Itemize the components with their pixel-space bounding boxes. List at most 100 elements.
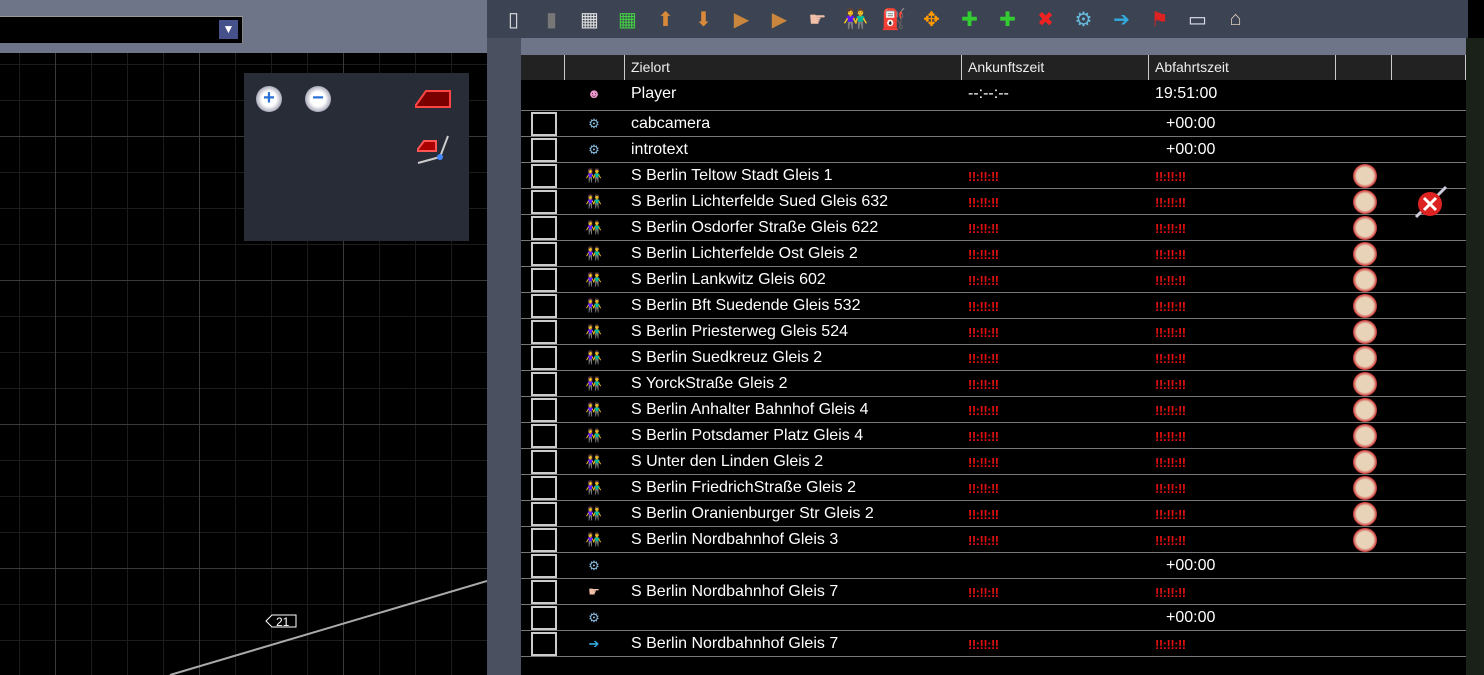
table-row[interactable]: 👫 S Berlin FriedrichStraße Gleis 2!!:!!:!… [521,475,1466,501]
table-row[interactable]: ⚙ +00:00 [521,605,1466,631]
passengers-icon[interactable]: 👫 [841,5,870,34]
station-icon[interactable]: ⌂ [1221,5,1250,34]
map-dropdown[interactable]: ▼ [0,16,243,43]
passengers-icon: 👫 [585,272,603,287]
ticket-machine-icon[interactable]: ▭ [1183,5,1212,34]
flag-icon[interactable]: ⚑ [1145,5,1174,34]
zoom-in-icon[interactable]: + [256,86,282,112]
row-checkbox[interactable] [531,502,557,526]
table-row[interactable]: 👫 S Berlin Teltow Stadt Gleis 1!!:!!:!!!!… [521,163,1466,189]
platform-icon[interactable] [414,87,454,111]
alarm-clock-icon[interactable] [1353,268,1377,292]
table-row[interactable]: 👫 S Berlin Suedkreuz Gleis 2!!:!!:!!!!:!!… [521,345,1466,371]
table-row[interactable]: 👫 S Berlin Nordbahnhof Gleis 3!!:!!:!!!!:… [521,527,1466,553]
exit-icon[interactable]: ➔ [1107,5,1136,34]
table-row[interactable]: ☻ Player --:--:-- 19:51:00 [521,81,1466,111]
table-row[interactable]: 👫 S Berlin Potsdamer Platz Gleis 4!!:!!:!… [521,423,1466,449]
header-checkbox-col [521,55,565,80]
alarm-clock-icon[interactable] [1353,398,1377,422]
row-checkbox[interactable] [531,320,557,344]
table-row[interactable]: 👫 S Berlin Osdorfer Straße Gleis 622!!:!!… [521,215,1466,241]
row-abfahrtszeit: !!:!!:!! [1155,481,1186,496]
row-checkbox[interactable] [531,554,557,578]
grid-green-icon[interactable]: ▦ [613,5,642,34]
alarm-clock-icon[interactable] [1353,372,1377,396]
alarm-clock-icon[interactable] [1353,424,1377,448]
alarm-clock-icon[interactable] [1353,528,1377,552]
row-ankunftszeit: !!:!!:!! [968,273,999,288]
header-abfahrtszeit[interactable]: Abfahrtszeit [1149,55,1336,80]
row-checkbox[interactable] [531,606,557,630]
row-checkbox[interactable] [531,580,557,604]
track-marker-label[interactable]: 21 [276,615,289,629]
panel-divider[interactable] [487,0,521,675]
zoom-out-icon[interactable]: − [305,86,331,112]
trash-icon[interactable]: ▮ [537,5,566,34]
row-checkbox[interactable] [531,164,557,188]
table-row[interactable]: ☛ S Berlin Nordbahnhof Gleis 7!!:!!:!!!!:… [521,579,1466,605]
alarm-clock-icon[interactable] [1353,346,1377,370]
fuel-station-icon[interactable]: ⛽ [879,5,908,34]
row-checkbox[interactable] [531,632,557,656]
pointer-hand-icon[interactable]: ☛ [803,5,832,34]
row-checkbox[interactable] [531,190,557,214]
table-row[interactable]: 👫 S Berlin Priesterweg Gleis 524!!:!!:!!!… [521,319,1466,345]
row-zielort: S Berlin Oranienburger Str Gleis 2 [631,505,874,522]
table-row[interactable]: 👫 S Berlin Anhalter Bahnhof Gleis 4!!:!!:… [521,397,1466,423]
row-ankunftszeit: !!:!!:!! [968,533,999,548]
move-up-icon[interactable]: ⬆ [651,5,680,34]
row-checkbox[interactable] [531,450,557,474]
alarm-clock-icon[interactable] [1353,216,1377,240]
table-row[interactable]: 👫 S Berlin Lichterfelde Sued Gleis 632!!:… [521,189,1466,215]
script-icon: ⚙ [588,558,600,573]
header-zielort[interactable]: Zielort [625,55,962,80]
grid-icon[interactable]: ▦ [575,5,604,34]
insert-after-icon[interactable]: ▶ [765,5,794,34]
alarm-clock-icon[interactable] [1353,502,1377,526]
move-down-icon[interactable]: ⬇ [689,5,718,34]
alarm-clock-icon[interactable] [1353,164,1377,188]
alarm-clock-icon[interactable] [1353,190,1377,214]
table-row[interactable]: 👫 S Unter den Linden Gleis 2!!:!!:!!!!:!!… [521,449,1466,475]
platform-track-icon[interactable] [414,133,454,165]
table-row[interactable]: 👫 S Berlin Oranienburger Str Gleis 2!!:!!… [521,501,1466,527]
insert-before-icon[interactable]: ▶ [727,5,756,34]
table-row[interactable]: ➔ S Berlin Nordbahnhof Gleis 7!!:!!:!!!!:… [521,631,1466,657]
delete-instruction-icon[interactable]: ✖ [1031,5,1060,34]
row-checkbox[interactable] [531,528,557,552]
map-view[interactable]: ▼ 21 + − [0,0,487,675]
row-checkbox[interactable] [531,268,557,292]
table-row[interactable]: 👫 S Berlin Lankwitz Gleis 602!!:!!:!!!!:!… [521,267,1466,293]
add-green-icon[interactable]: ✚ [993,5,1022,34]
row-checkbox[interactable] [531,294,557,318]
header-ankunftszeit[interactable]: Ankunftszeit [962,55,1149,80]
script-settings-icon[interactable]: ⚙ [1069,5,1098,34]
chevron-down-icon[interactable]: ▼ [219,20,238,39]
row-checkbox[interactable] [531,242,557,266]
table-row[interactable]: ⚙ introtext +00:00 [521,137,1466,163]
row-ankunftszeit: !!:!!:!! [968,247,999,262]
alarm-clock-icon[interactable] [1353,294,1377,318]
alarm-clock-icon[interactable] [1353,450,1377,474]
save-icon[interactable]: ▯ [499,5,528,34]
row-checkbox[interactable] [531,372,557,396]
row-checkbox[interactable] [531,424,557,448]
alarm-clock-icon[interactable] [1353,242,1377,266]
row-checkbox[interactable] [531,346,557,370]
row-checkbox[interactable] [531,398,557,422]
alarm-clock-icon[interactable] [1353,320,1377,344]
row-checkbox[interactable] [531,216,557,240]
table-row[interactable]: 👫 S Berlin Bft Suedende Gleis 532!!:!!:!!… [521,293,1466,319]
table-row[interactable]: ⚙ cabcamera +00:00 [521,111,1466,137]
expand-icon[interactable]: ✥ [917,5,946,34]
delete-icon[interactable] [1412,185,1448,221]
row-checkbox[interactable] [531,112,557,136]
table-row[interactable]: 👫 S YorckStraße Gleis 2!!:!!:!!!!:!!:!! [521,371,1466,397]
add-yellow-icon[interactable]: ✚ [955,5,984,34]
toolbar: ▯ ▮ ▦ ▦ ⬆ ⬇ ▶ ▶ ☛ 👫 ⛽ ✥ ✚ ✚ ✖ ⚙ ➔ ⚑ ▭ ⌂ [487,0,1468,38]
row-checkbox[interactable] [531,476,557,500]
alarm-clock-icon[interactable] [1353,476,1377,500]
row-checkbox[interactable] [531,138,557,162]
table-row[interactable]: ⚙ +00:00 [521,553,1466,579]
table-row[interactable]: 👫 S Berlin Lichterfelde Ost Gleis 2!!:!!:… [521,241,1466,267]
